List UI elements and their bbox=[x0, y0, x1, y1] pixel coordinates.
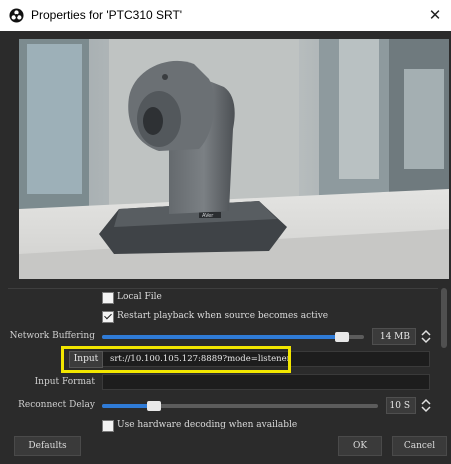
divider bbox=[8, 288, 438, 289]
defaults-button[interactable]: Defaults bbox=[14, 436, 81, 456]
network-buffering-slider[interactable] bbox=[102, 332, 364, 342]
network-buffering-spinbox[interactable]: 14 MB bbox=[372, 328, 416, 345]
title-bar: Properties for 'PTC310 SRT' ✕ bbox=[0, 0, 451, 31]
local-file-checkbox[interactable] bbox=[102, 292, 114, 304]
camera-preview-image: AVer bbox=[19, 39, 449, 279]
properties-dialog: AVer Local File Restart playback when so… bbox=[0, 31, 451, 464]
close-icon[interactable]: ✕ bbox=[425, 5, 445, 25]
reconnect-delay-stepper-icon[interactable] bbox=[419, 397, 433, 414]
scrollbar[interactable] bbox=[441, 288, 447, 348]
reconnect-delay-slider[interactable] bbox=[102, 401, 378, 411]
network-buffering-fill bbox=[102, 335, 342, 339]
hardware-decoding-checkbox[interactable] bbox=[102, 420, 114, 432]
local-file-label: Local File bbox=[117, 292, 162, 302]
source-preview: AVer bbox=[19, 39, 449, 279]
hardware-decoding-label: Use hardware decoding when available bbox=[117, 420, 298, 430]
input-format-field[interactable] bbox=[102, 374, 430, 390]
reconnect-delay-handle[interactable] bbox=[147, 401, 161, 411]
highlight-box bbox=[61, 346, 291, 373]
cancel-button[interactable]: Cancel bbox=[392, 436, 447, 456]
restart-playback-checkbox[interactable] bbox=[102, 311, 114, 323]
network-buffering-label: Network Buffering bbox=[9, 331, 95, 341]
reconnect-delay-label: Reconnect Delay bbox=[18, 400, 95, 410]
window-title: Properties for 'PTC310 SRT' bbox=[31, 8, 183, 22]
obs-logo-icon bbox=[9, 8, 24, 23]
network-buffering-handle[interactable] bbox=[335, 332, 349, 342]
restart-playback-label: Restart playback when source becomes act… bbox=[117, 311, 329, 321]
svg-text:AVer: AVer bbox=[202, 213, 214, 219]
input-format-label: Input Format bbox=[34, 377, 95, 387]
reconnect-delay-spinbox[interactable]: 10 S bbox=[386, 397, 416, 414]
network-buffering-stepper-icon[interactable] bbox=[419, 328, 433, 345]
ok-button[interactable]: OK bbox=[338, 436, 382, 456]
